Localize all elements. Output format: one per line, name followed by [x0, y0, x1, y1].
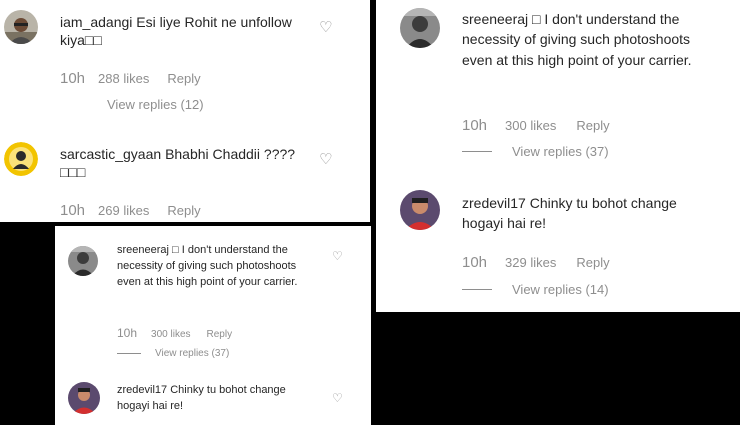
view-replies-button[interactable]: View replies (14): [462, 282, 609, 297]
comment-text: sarcastic_gyaan Bhabhi Chaddii ???? □□□: [60, 145, 320, 182]
comment-username[interactable]: sarcastic_gyaan: [60, 146, 161, 162]
view-replies-button[interactable]: View replies (37): [117, 348, 229, 359]
comment-text: sreeneeraj □ I don't understand the nece…: [117, 243, 317, 291]
comment-text: zredevil17 Chinky tu bohot change hogayi…: [117, 383, 317, 415]
divider: [462, 151, 492, 152]
comment-username[interactable]: sreeneeraj: [462, 11, 528, 27]
comments-panel-bottom: sreeneeraj □ I don't understand the nece…: [55, 226, 371, 425]
comment-time: 10h: [462, 117, 488, 134]
comment-meta: 10h 269 likes Reply: [60, 202, 201, 219]
comment-sarcastic-gyaan: sarcastic_gyaan Bhabhi Chaddii ???? □□□ …: [0, 130, 370, 222]
comment-meta: 10h 300 likes Reply: [462, 117, 610, 134]
avatar[interactable]: [4, 10, 38, 44]
divider: [117, 353, 141, 354]
avatar[interactable]: [400, 190, 440, 230]
reply-button[interactable]: Reply: [576, 255, 609, 270]
avatar[interactable]: [68, 246, 98, 276]
heart-icon[interactable]: ♡: [319, 150, 332, 168]
reply-button[interactable]: Reply: [167, 203, 200, 218]
reply-button[interactable]: Reply: [576, 118, 609, 133]
comments-panel-top-left: iam_adangi Esi liye Rohit ne unfollow ki…: [0, 0, 370, 222]
heart-icon[interactable]: ♡: [319, 18, 332, 36]
avatar[interactable]: [68, 382, 100, 414]
heart-icon[interactable]: ♡: [332, 391, 343, 405]
view-replies-label: View replies (14): [512, 282, 609, 297]
avatar[interactable]: [4, 142, 38, 176]
view-replies-label: View replies (12): [107, 97, 204, 112]
comment-username[interactable]: iam_adangi: [60, 14, 132, 30]
comment-username[interactable]: zredevil17: [462, 195, 526, 211]
comment-meta: 10h 288 likes Reply: [60, 70, 201, 87]
comment-meta: 10h 300 likes Reply: [117, 326, 232, 340]
comments-panel-right: sreeneeraj □ I don't understand the nece…: [376, 0, 740, 312]
comment-zredevil17: zredevil17 Chinky tu bohot change hogayi…: [376, 180, 740, 310]
comment-likes[interactable]: 269 likes: [98, 203, 149, 218]
comment-time: 10h: [60, 202, 86, 219]
comment-likes[interactable]: 300 likes: [505, 118, 556, 133]
view-replies-label: View replies (37): [155, 348, 230, 359]
comment-meta: 10h 329 likes Reply: [462, 254, 610, 271]
comment-likes[interactable]: 329 likes: [505, 255, 556, 270]
comment-time: 10h: [117, 326, 138, 340]
avatar[interactable]: [400, 8, 440, 48]
comment-likes[interactable]: 288 likes: [98, 71, 149, 86]
comment-time: 10h: [462, 254, 488, 271]
comment-text: zredevil17 Chinky tu bohot change hogayi…: [462, 193, 712, 234]
comment-likes[interactable]: 300 likes: [151, 329, 190, 340]
divider: [462, 289, 492, 290]
comment-iam-adangi: iam_adangi Esi liye Rohit ne unfollow ki…: [0, 0, 370, 120]
view-replies-label: View replies (37): [512, 144, 609, 159]
view-replies-button[interactable]: View replies (37): [462, 144, 609, 159]
comment-sreeneeraj: sreeneeraj □ I don't understand the nece…: [376, 0, 740, 172]
comment-username[interactable]: zredevil17: [117, 384, 167, 396]
view-replies-button[interactable]: View replies (12): [107, 97, 204, 112]
heart-icon[interactable]: ♡: [332, 249, 343, 263]
comment-username[interactable]: sreeneeraj: [117, 244, 169, 256]
comment-text: iam_adangi Esi liye Rohit ne unfollow ki…: [60, 13, 310, 50]
comment-text: sreeneeraj □ I don't understand the nece…: [462, 9, 712, 70]
comment-sreeneeraj: sreeneeraj □ I don't understand the nece…: [55, 226, 371, 366]
reply-button[interactable]: Reply: [167, 71, 200, 86]
comment-zredevil17: zredevil17 Chinky tu bohot change hogayi…: [55, 376, 371, 425]
comment-time: 10h: [60, 70, 86, 87]
reply-button[interactable]: Reply: [207, 329, 233, 340]
